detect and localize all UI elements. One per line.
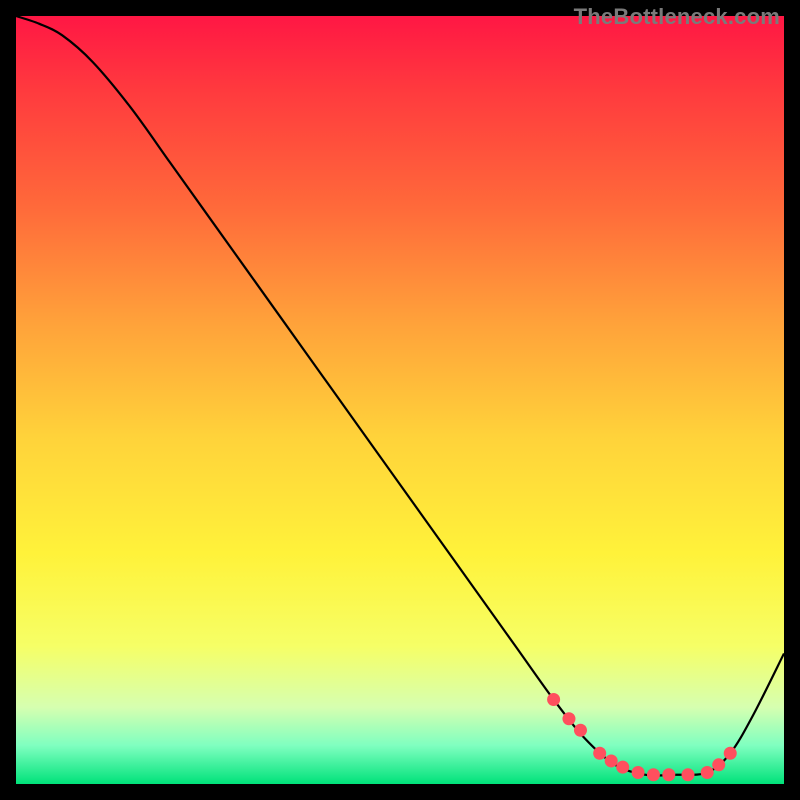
highlight-dot — [616, 761, 629, 774]
highlight-dot — [562, 712, 575, 725]
highlight-dot — [632, 766, 645, 779]
highlight-dot — [605, 754, 618, 767]
gradient-background — [16, 16, 784, 784]
chart-svg — [16, 16, 784, 784]
highlight-dot — [724, 747, 737, 760]
highlight-dot — [593, 747, 606, 760]
highlight-dot — [701, 766, 714, 779]
chart-frame — [16, 16, 784, 784]
attribution-text: TheBottleneck.com — [574, 4, 780, 30]
highlight-dot — [574, 724, 587, 737]
highlight-dot — [662, 768, 675, 781]
highlight-dot — [547, 693, 560, 706]
highlight-dot — [682, 768, 695, 781]
highlight-dot — [712, 758, 725, 771]
highlight-dot — [647, 768, 660, 781]
